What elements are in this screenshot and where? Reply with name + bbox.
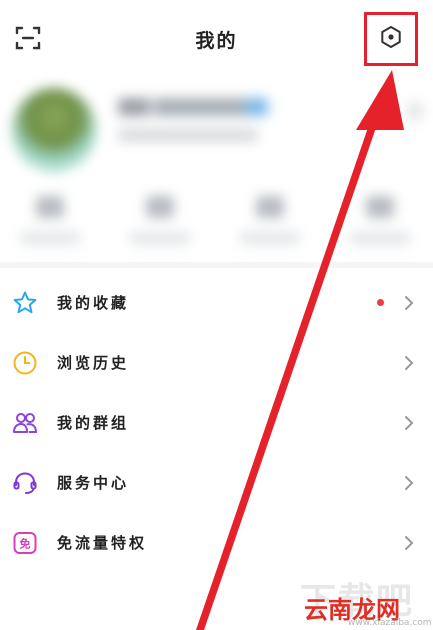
stat-item[interactable] xyxy=(346,192,416,252)
menu-item-history[interactable]: 浏览历史 xyxy=(0,332,433,392)
menu-item-label: 服务中心 xyxy=(57,474,130,492)
settings-button[interactable] xyxy=(364,12,418,66)
menu-item-groups[interactable]: 我的群组 xyxy=(0,392,433,452)
section-divider xyxy=(0,262,433,268)
menu-item-service-center[interactable]: 服务中心 xyxy=(0,452,433,512)
group-icon xyxy=(12,410,38,436)
avatar[interactable] xyxy=(12,88,96,172)
menu-item-label: 我的收藏 xyxy=(57,294,130,312)
headset-icon xyxy=(12,470,38,496)
menu-item-free-data[interactable]: 免 免流量特权 xyxy=(0,512,433,572)
stat-item[interactable] xyxy=(16,192,86,252)
profile-stats xyxy=(0,192,433,252)
username-blurred xyxy=(118,98,268,116)
chevron-right-icon xyxy=(402,294,416,312)
notification-dot xyxy=(377,299,384,306)
stat-item[interactable] xyxy=(126,192,196,252)
hexagon-settings-icon xyxy=(379,25,403,53)
header-bar: 我的 xyxy=(0,0,433,78)
chevron-right-icon xyxy=(402,354,416,372)
profile-subtitle-blurred xyxy=(118,128,258,142)
watermark-url: www.xiazaiba.com xyxy=(348,618,432,628)
menu-item-label: 浏览历史 xyxy=(57,354,130,372)
stat-item[interactable] xyxy=(236,192,306,252)
menu-item-label: 我的群组 xyxy=(57,414,130,432)
profile-chevron xyxy=(408,102,422,120)
clock-icon xyxy=(12,350,38,376)
star-icon xyxy=(12,290,38,316)
chevron-right-icon xyxy=(402,534,416,552)
profile-card[interactable] xyxy=(0,80,433,255)
chevron-right-icon xyxy=(402,474,416,492)
chevron-right-icon xyxy=(402,414,416,432)
menu-item-label: 免流量特权 xyxy=(57,534,148,552)
free-data-icon: 免 xyxy=(12,530,38,556)
free-data-icon-text: 免 xyxy=(20,537,31,551)
menu-item-favorites[interactable]: 我的收藏 xyxy=(0,272,433,332)
